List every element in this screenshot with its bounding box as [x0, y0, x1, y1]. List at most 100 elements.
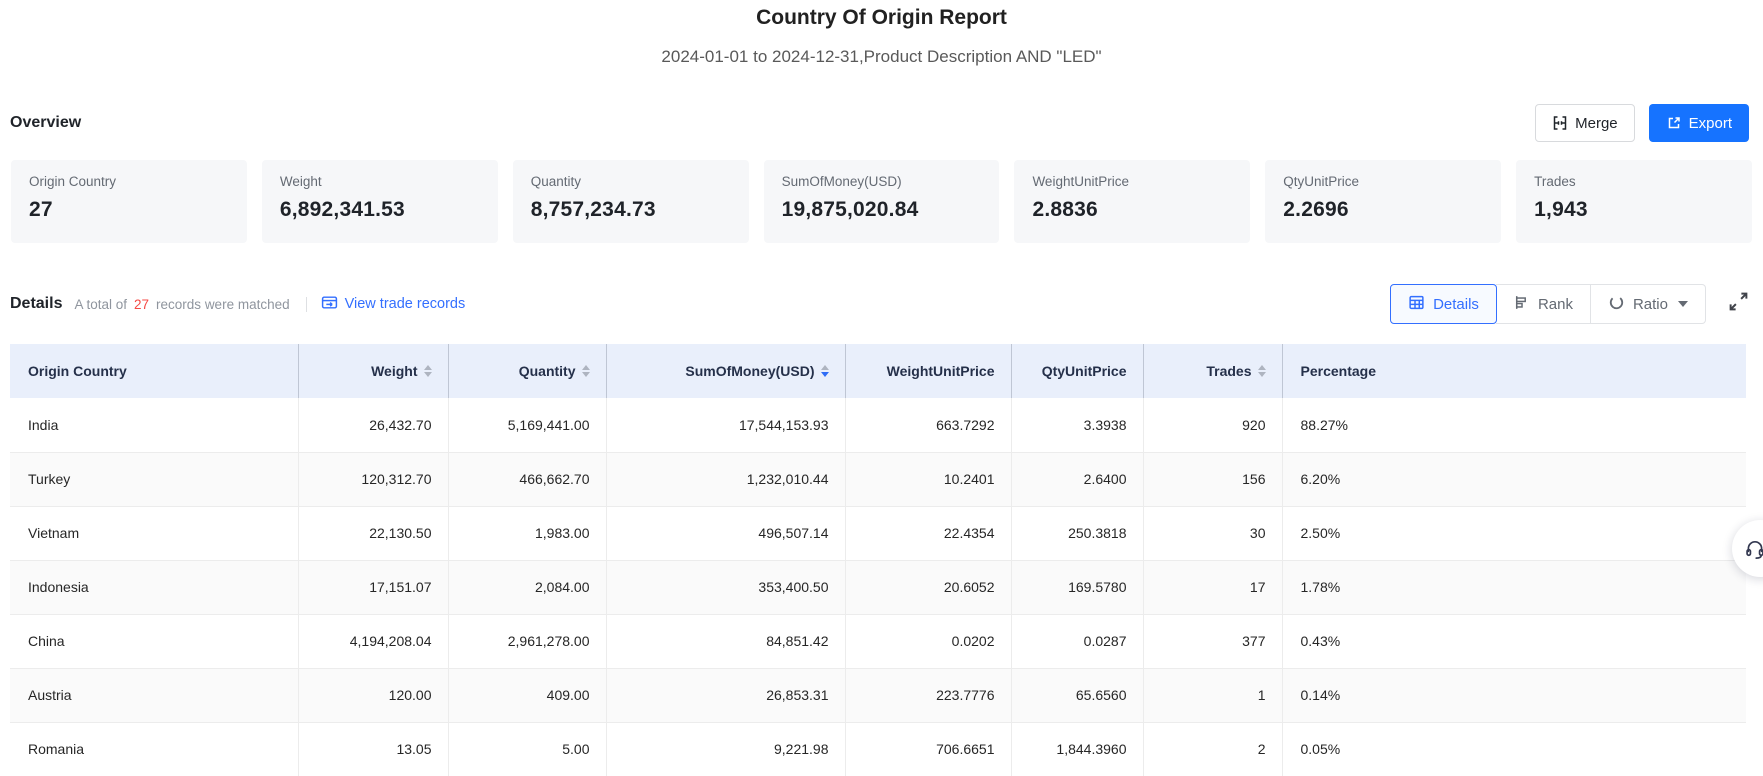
- stat-card-trades: Trades 1,943: [1516, 160, 1752, 243]
- col-sum-of-money[interactable]: SumOfMoney(USD): [606, 344, 845, 398]
- value-cell: 0.14%: [1282, 668, 1746, 722]
- tab-rank[interactable]: Rank: [1496, 284, 1591, 324]
- value-cell: 22,130.50: [298, 506, 448, 560]
- table-row: Turkey120,312.70466,662.701,232,010.4410…: [10, 452, 1746, 506]
- origin-country-table: Origin Country Weight Quantity SumOfMone…: [10, 344, 1746, 776]
- vertical-divider: [306, 297, 307, 312]
- table-row: India26,432.705,169,441.0017,544,153.936…: [10, 398, 1746, 452]
- col-weight[interactable]: Weight: [298, 344, 448, 398]
- export-button[interactable]: Export: [1649, 104, 1749, 142]
- sort-carets-trades[interactable]: [1258, 365, 1266, 377]
- col-weight-unit-price: WeightUnitPrice: [845, 344, 1011, 398]
- table-body: India26,432.705,169,441.0017,544,153.936…: [10, 398, 1746, 776]
- stat-value: 2.8836: [1032, 198, 1232, 222]
- merge-cells-icon: [1552, 115, 1568, 131]
- value-cell: 13.05: [298, 722, 448, 776]
- stat-label: Quantity: [531, 173, 731, 191]
- col-origin-country: Origin Country: [10, 344, 298, 398]
- col-quantity[interactable]: Quantity: [448, 344, 606, 398]
- value-cell: 5.00: [448, 722, 606, 776]
- tab-details-label: Details: [1433, 296, 1479, 313]
- ratio-pie-icon: [1608, 294, 1625, 315]
- origin-country-cell: Indonesia: [10, 560, 298, 614]
- export-icon: [1666, 115, 1682, 131]
- stat-label: SumOfMoney(USD): [782, 173, 982, 191]
- value-cell: 496,507.14: [606, 506, 845, 560]
- value-cell: 5,169,441.00: [448, 398, 606, 452]
- match-count: 27: [127, 297, 156, 312]
- value-cell: 30: [1143, 506, 1282, 560]
- value-cell: 0.43%: [1282, 614, 1746, 668]
- col-trades[interactable]: Trades: [1143, 344, 1282, 398]
- value-cell: 1: [1143, 668, 1282, 722]
- table-view-icon: [1408, 294, 1425, 315]
- value-cell: 26,432.70: [298, 398, 448, 452]
- view-trade-records-label: View trade records: [345, 296, 466, 312]
- sort-carets-weight[interactable]: [424, 365, 432, 377]
- merge-button-label: Merge: [1575, 115, 1618, 132]
- value-cell: 920: [1143, 398, 1282, 452]
- origin-country-cell: Vietnam: [10, 506, 298, 560]
- value-cell: 17,151.07: [298, 560, 448, 614]
- stat-card-weight: Weight 6,892,341.53: [262, 160, 498, 243]
- column-label: WeightUnitPrice: [887, 363, 995, 379]
- stat-value: 8,757,234.73: [531, 198, 731, 222]
- table-header-row: Origin Country Weight Quantity SumOfMone…: [10, 344, 1746, 398]
- view-switcher: Details Rank Ratio: [1390, 284, 1706, 324]
- value-cell: 2.6400: [1011, 452, 1143, 506]
- value-cell: 9,221.98: [606, 722, 845, 776]
- toolbar-buttons: Merge Export: [1535, 104, 1749, 142]
- details-bar: Details A total of 27 records were match…: [10, 284, 1749, 324]
- column-label: Trades: [1206, 363, 1251, 379]
- value-cell: 17: [1143, 560, 1282, 614]
- value-cell: 169.5780: [1011, 560, 1143, 614]
- column-label: Origin Country: [28, 363, 127, 379]
- headset-icon: [1743, 537, 1763, 561]
- col-percentage: Percentage: [1282, 344, 1746, 398]
- value-cell: 6.20%: [1282, 452, 1746, 506]
- match-summary: A total of 27 records were matched: [74, 297, 289, 312]
- origin-country-cell: China: [10, 614, 298, 668]
- value-cell: 2,084.00: [448, 560, 606, 614]
- column-label: SumOfMoney(USD): [685, 363, 814, 379]
- stat-value: 6,892,341.53: [280, 198, 480, 222]
- view-trade-records-link[interactable]: View trade records: [321, 294, 466, 315]
- page-title: Country Of Origin Report: [0, 4, 1763, 32]
- col-qty-unit-price: QtyUnitPrice: [1011, 344, 1143, 398]
- value-cell: 0.05%: [1282, 722, 1746, 776]
- stat-card-quantity: Quantity 8,757,234.73: [513, 160, 749, 243]
- stat-value: 2.2696: [1283, 198, 1483, 222]
- value-cell: 1.78%: [1282, 560, 1746, 614]
- value-cell: 0.0202: [845, 614, 1011, 668]
- origin-country-cell: Austria: [10, 668, 298, 722]
- rank-bar-chart-icon: [1513, 294, 1530, 315]
- sort-carets-sum-of-money[interactable]: [821, 365, 829, 377]
- value-cell: 409.00: [448, 668, 606, 722]
- value-cell: 0.0287: [1011, 614, 1143, 668]
- tab-details[interactable]: Details: [1390, 284, 1497, 324]
- table-row: Austria120.00409.0026,853.31223.777665.6…: [10, 668, 1746, 722]
- value-cell: 1,844.3960: [1011, 722, 1143, 776]
- table-row: Vietnam22,130.501,983.00496,507.1422.435…: [10, 506, 1746, 560]
- value-cell: 377: [1143, 614, 1282, 668]
- fullscreen-expand-icon: [1728, 291, 1749, 317]
- value-cell: 10.2401: [845, 452, 1011, 506]
- merge-button[interactable]: Merge: [1535, 104, 1635, 142]
- column-label: Weight: [371, 363, 417, 379]
- stat-value: 19,875,020.84: [782, 198, 982, 222]
- value-cell: 156: [1143, 452, 1282, 506]
- value-cell: 4,194,208.04: [298, 614, 448, 668]
- fullscreen-button[interactable]: [1728, 291, 1749, 317]
- value-cell: 88.27%: [1282, 398, 1746, 452]
- sort-carets-quantity[interactable]: [582, 365, 590, 377]
- value-cell: 84,851.42: [606, 614, 845, 668]
- value-cell: 1,983.00: [448, 506, 606, 560]
- stat-label: QtyUnitPrice: [1283, 173, 1483, 191]
- value-cell: 1,232,010.44: [606, 452, 845, 506]
- value-cell: 706.6651: [845, 722, 1011, 776]
- country-of-origin-report-page: Country Of Origin Report 2024-01-01 to 2…: [0, 0, 1763, 776]
- match-summary-suffix: records were matched: [156, 297, 290, 312]
- tab-ratio[interactable]: Ratio: [1591, 284, 1706, 324]
- value-cell: 223.7776: [845, 668, 1011, 722]
- stat-value: 27: [29, 198, 229, 222]
